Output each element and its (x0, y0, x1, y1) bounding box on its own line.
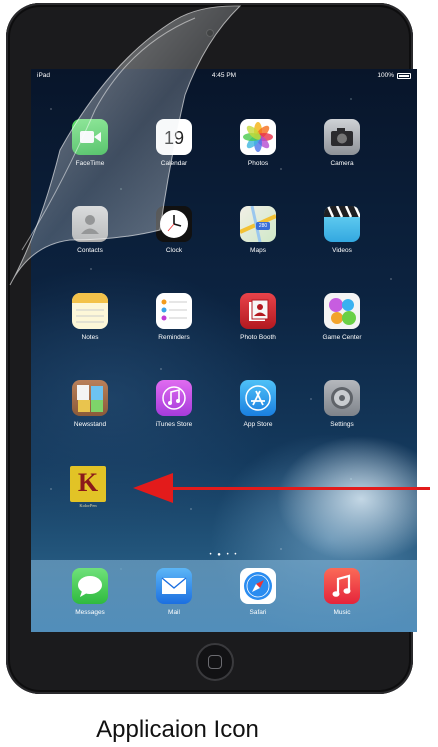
game-center-icon (324, 293, 360, 329)
app-label: iTunes Store (155, 421, 193, 428)
app-kolorpen[interactable]: K KolorPen (58, 466, 118, 508)
app-label: Settings (330, 421, 354, 428)
app-label: FaceTime (75, 160, 105, 167)
pointer-arrow-head (133, 473, 173, 503)
photos-icon (240, 119, 276, 155)
app-game-center[interactable]: Game Center (312, 293, 372, 341)
music-note-icon (324, 568, 360, 604)
app-label: Photo Booth (240, 334, 276, 341)
app-label: Game Center (322, 334, 362, 341)
status-time: 4:45 PM (211, 72, 237, 79)
pointer-arrow-line (165, 487, 430, 490)
mail-icon (156, 568, 192, 604)
app-label: Reminders (158, 334, 190, 341)
app-calendar[interactable]: 19 Calendar (144, 119, 204, 167)
app-maps[interactable]: 280 Maps (228, 206, 288, 254)
app-label: Newsstand (73, 421, 107, 428)
dock-messages[interactable]: Messages (60, 568, 120, 616)
dock: Messages Mail Safari Music (31, 560, 417, 632)
app-label: Calendar (160, 160, 188, 167)
app-facetime[interactable]: FaceTime (60, 119, 120, 167)
kolorpen-label: KolorPen (79, 503, 97, 508)
status-bar: iPad 4:45 PM 100% (31, 69, 417, 85)
page-indicator: • ● • • (209, 552, 239, 558)
clock-icon (156, 206, 192, 242)
messages-icon (72, 568, 108, 604)
kolorpen-k-icon: K (70, 466, 106, 502)
app-photos[interactable]: Photos (228, 119, 288, 167)
app-reminders[interactable]: Reminders (144, 293, 204, 341)
app-label: Notes (81, 334, 99, 341)
front-camera (206, 29, 214, 37)
app-contacts[interactable]: Contacts (60, 206, 120, 254)
videos-icon (324, 206, 360, 242)
app-settings[interactable]: Settings (312, 380, 372, 428)
dock-mail[interactable]: Mail (144, 568, 204, 616)
home-square-icon (208, 655, 222, 669)
facetime-icon (72, 119, 108, 155)
app-label: Safari (249, 609, 267, 616)
app-label: Music (333, 609, 351, 616)
app-app-store[interactable]: App Store (228, 380, 288, 428)
newsstand-icon (72, 380, 108, 416)
app-itunes-store[interactable]: iTunes Store (144, 380, 204, 428)
app-label: Mail (168, 609, 180, 616)
battery-percent: 100% (377, 72, 394, 79)
app-store-icon (240, 380, 276, 416)
photo-booth-icon (240, 293, 276, 329)
app-label: Maps (250, 247, 266, 254)
home-screen: iPad 4:45 PM 100% FaceTime 19 Calendar P… (31, 69, 417, 632)
calendar-icon: 19 (156, 119, 192, 155)
app-photo-booth[interactable]: Photo Booth (228, 293, 288, 341)
app-label: Videos (332, 247, 352, 254)
app-label: Camera (330, 160, 354, 167)
battery-icon (397, 72, 411, 79)
dock-safari[interactable]: Safari (228, 568, 288, 616)
notes-icon (72, 293, 108, 329)
app-videos[interactable]: Videos (312, 206, 372, 254)
app-label: App Store (243, 421, 273, 428)
dock-music[interactable]: Music (312, 568, 372, 616)
reminders-icon (156, 293, 192, 329)
app-notes[interactable]: Notes (60, 293, 120, 341)
safari-compass-icon (240, 568, 276, 604)
app-label: Photos (247, 160, 269, 167)
app-camera[interactable]: Camera (312, 119, 372, 167)
ipad-device: iPad 4:45 PM 100% FaceTime 19 Calendar P… (6, 3, 417, 694)
settings-gear-icon (324, 380, 360, 416)
app-label: Contacts (77, 247, 103, 254)
home-button[interactable] (196, 643, 234, 681)
app-clock[interactable]: Clock (144, 206, 204, 254)
contacts-icon (72, 206, 108, 242)
caption: Applicaion Icon (96, 716, 259, 743)
app-newsstand[interactable]: Newsstand (60, 380, 120, 428)
camera-icon (324, 119, 360, 155)
app-label: Messages (75, 609, 105, 616)
app-label: Clock (165, 247, 183, 254)
maps-icon: 280 (240, 206, 276, 242)
itunes-store-icon (156, 380, 192, 416)
